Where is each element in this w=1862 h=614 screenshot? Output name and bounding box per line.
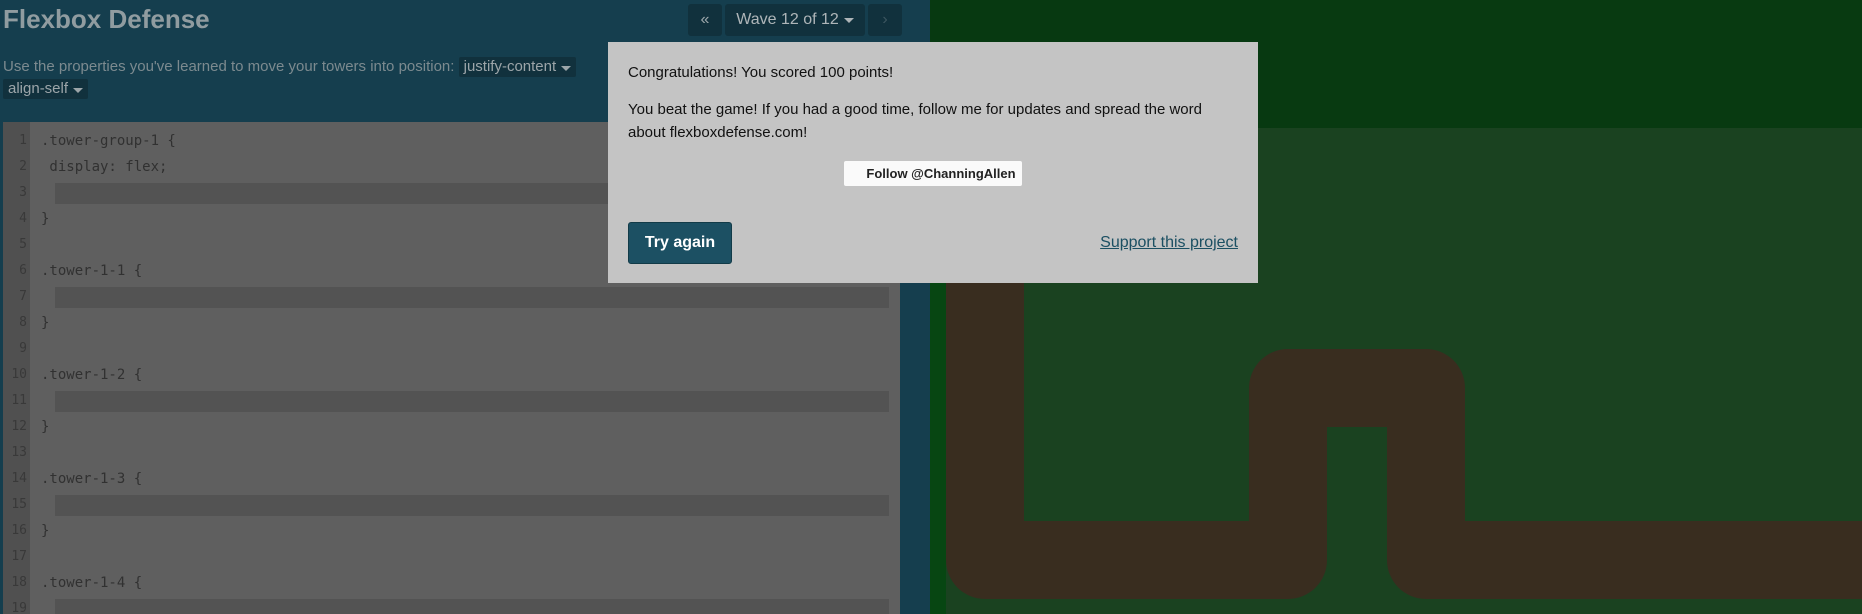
score-message: Congratulations! You scored 100 points! xyxy=(628,64,894,81)
try-again-button[interactable]: Try again xyxy=(628,222,732,264)
support-project-link[interactable]: Support this project xyxy=(1100,234,1238,252)
victory-modal: Congratulations! You scored 100 points! … xyxy=(608,42,1258,283)
victory-message: You beat the game! If you had a good tim… xyxy=(628,101,1202,141)
follow-row: Follow @ChanningAllen xyxy=(608,161,1258,186)
follow-twitter-button[interactable]: Follow @ChanningAllen xyxy=(844,161,1022,186)
